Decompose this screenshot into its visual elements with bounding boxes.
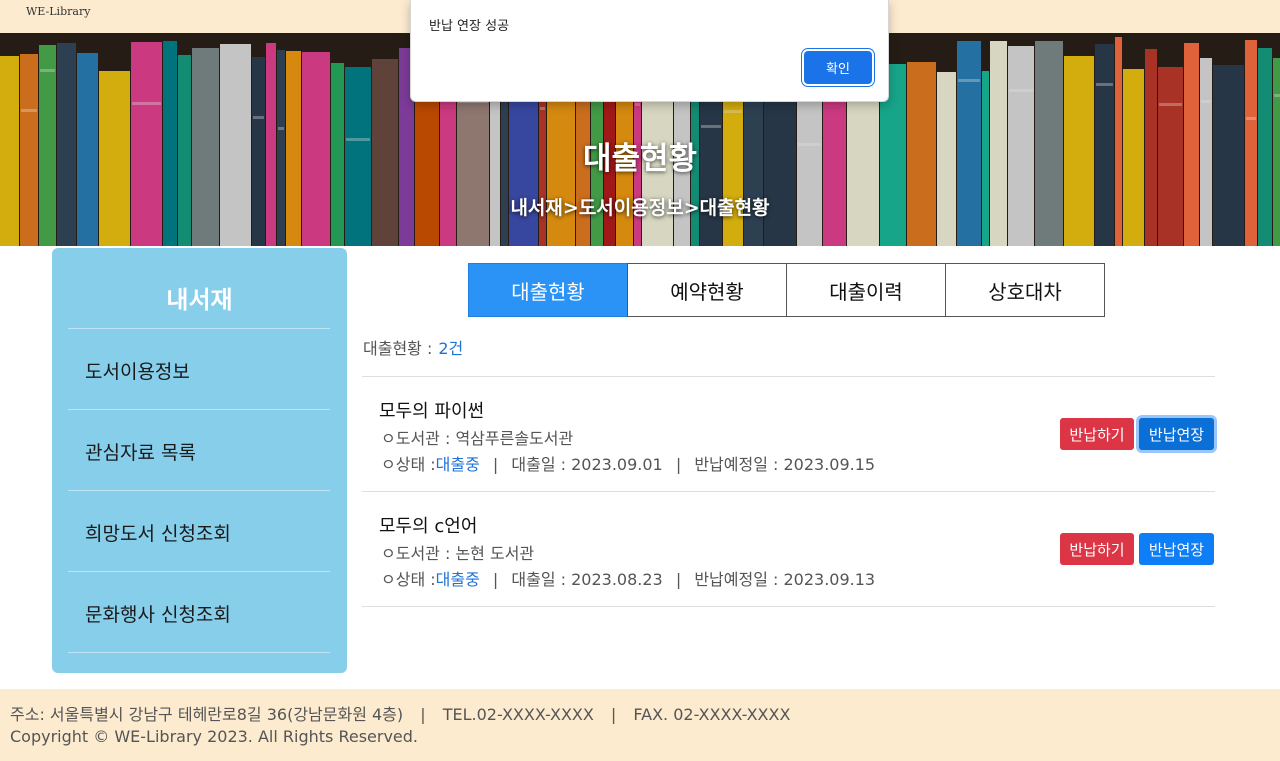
tab-reservation-status[interactable]: 예약현황 xyxy=(627,263,787,317)
sidebar-title: 내서재 xyxy=(166,286,233,314)
library-name: ㅇ도서관 : 역삼푸른솔도서관 xyxy=(381,429,574,448)
separator: | xyxy=(420,705,426,724)
status-label: ㅇ상태 : xyxy=(381,570,436,589)
separator: | xyxy=(492,455,499,474)
tab-loan-history[interactable]: 대출이력 xyxy=(786,263,946,317)
due-date: 반납예정일 : 2023.09.15 xyxy=(694,455,876,474)
library-name: ㅇ도서관 : 논현 도서관 xyxy=(381,544,535,563)
site-logo[interactable]: WE-Library xyxy=(26,5,90,18)
sidebar-item-label: 관심자료 목록 xyxy=(85,442,196,464)
return-button[interactable]: 반납하기 xyxy=(1060,533,1134,565)
tab-interlibrary-loan[interactable]: 상호대차 xyxy=(945,263,1105,317)
status-label: ㅇ상태 : xyxy=(381,455,436,474)
footer-tel: TEL.02-XXXX-XXXX xyxy=(442,705,594,724)
dialog-message: 반납 연장 성공 xyxy=(429,19,510,34)
due-date: 반납예정일 : 2023.09.13 xyxy=(694,570,876,589)
sidebar-item-interest-list[interactable]: 관심자료 목록 xyxy=(68,410,330,490)
footer-address: 주소: 서울특별시 강남구 테헤란로8길 36(강남문화원 4층) xyxy=(10,705,404,724)
footer-fax: FAX. 02-XXXX-XXXX xyxy=(633,705,791,724)
footer-copyright: Copyright © WE-Library 2023. All Rights … xyxy=(10,727,419,746)
sidebar-item-wish-book[interactable]: 희망도서 신청조회 xyxy=(68,491,330,571)
sidebar-item-label: 희망도서 신청조회 xyxy=(85,523,231,545)
separator: | xyxy=(675,455,682,474)
sidebar: 내서재 도서이용정보 관심자료 목록 희망도서 신청조회 문화행사 신청조회 xyxy=(52,248,347,673)
list-divider xyxy=(362,606,1215,607)
loan-meta: ㅇ상태 :대출중 | 대출일 : 2023.08.23 | 반납예정일 : 20… xyxy=(381,566,875,590)
sidebar-item-label: 문화행사 신청조회 xyxy=(85,604,231,626)
loan-item: 모두의 c언어 ㅇ도서관 : 논현 도서관 ㅇ상태 :대출중 | 대출일 : 2… xyxy=(362,492,1215,606)
return-button[interactable]: 반납하기 xyxy=(1060,418,1134,450)
tab-bar: 대출현황 예약현황 대출이력 상호대차 xyxy=(468,263,1108,317)
loan-item: 모두의 파이썬 ㅇ도서관 : 역삼푸른솔도서관 ㅇ상태 :대출중 | 대출일 :… xyxy=(362,377,1215,491)
loan-meta: ㅇ상태 :대출중 | 대출일 : 2023.09.01 | 반납예정일 : 20… xyxy=(381,451,875,475)
page-title: 대출현황 xyxy=(582,141,698,177)
sidebar-item-label: 도서이용정보 xyxy=(85,361,190,383)
loan-count-label: 대출현황 : xyxy=(363,339,433,358)
separator: | xyxy=(492,570,499,589)
footer: 주소: 서울특별시 강남구 테헤란로8길 36(강남문화원 4층) | TEL.… xyxy=(0,689,1280,761)
loan-count-summary: 대출현황 : 2건 xyxy=(363,335,463,359)
tab-loan-status[interactable]: 대출현황 xyxy=(468,263,628,317)
breadcrumb: 내서재>도서이용정보>대출현황 xyxy=(510,197,770,219)
alert-dialog: 반납 연장 성공 확인 xyxy=(410,0,889,102)
sidebar-divider xyxy=(68,652,330,653)
separator: | xyxy=(675,570,682,589)
book-title: 모두의 c언어 xyxy=(379,516,478,537)
extend-button[interactable]: 반납연장 xyxy=(1139,418,1214,450)
loan-date: 대출일 : 2023.09.01 xyxy=(511,455,663,474)
loan-count-value: 2건 xyxy=(438,339,464,358)
dialog-ok-button[interactable]: 확인 xyxy=(804,51,872,84)
status-value: 대출중 xyxy=(435,455,480,474)
loan-date: 대출일 : 2023.08.23 xyxy=(511,570,663,589)
sidebar-item-culture-event[interactable]: 문화행사 신청조회 xyxy=(68,572,330,652)
extend-button[interactable]: 반납연장 xyxy=(1139,533,1214,565)
status-value: 대출중 xyxy=(435,570,480,589)
book-title: 모두의 파이썬 xyxy=(379,401,485,422)
separator: | xyxy=(610,705,617,724)
footer-contact: 주소: 서울특별시 강남구 테헤란로8길 36(강남문화원 4층) | TEL.… xyxy=(10,701,790,725)
sidebar-item-usage-info[interactable]: 도서이용정보 xyxy=(68,329,330,409)
